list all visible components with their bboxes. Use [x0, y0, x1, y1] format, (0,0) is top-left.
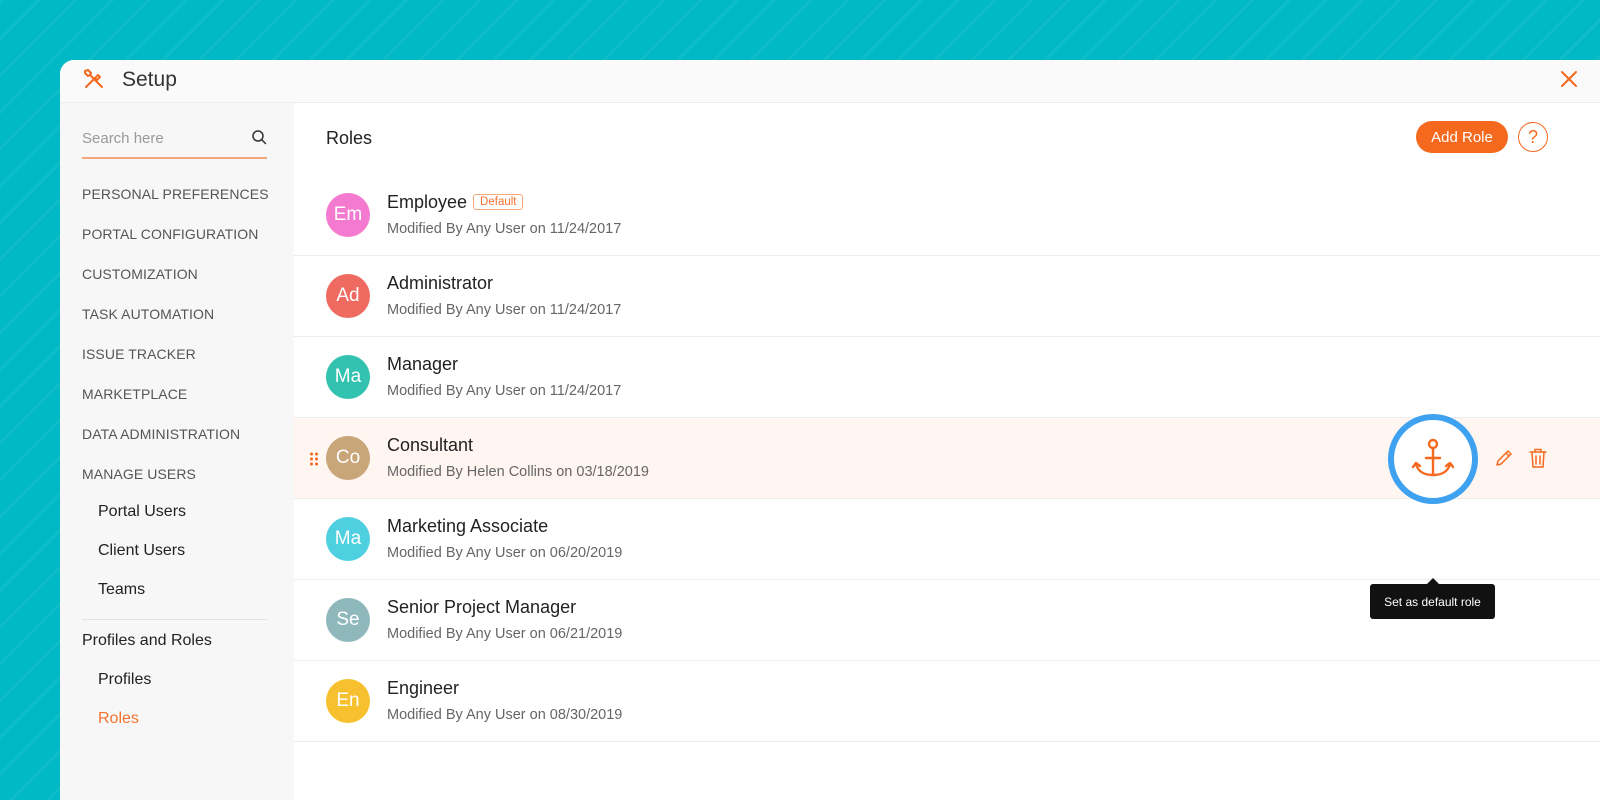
- avatar: Em: [326, 193, 370, 237]
- avatar: Ma: [326, 517, 370, 561]
- nav-profiles-and-roles[interactable]: Profiles and Roles: [82, 632, 212, 650]
- search-icon[interactable]: [251, 129, 267, 145]
- search-box: [82, 125, 267, 159]
- setup-window: Setup PERSONAL PREFERENCES PORTAL CONFIG…: [60, 60, 1600, 800]
- role-meta: Modified By Helen Collins on 03/18/2019: [387, 464, 649, 480]
- role-name-text: Employee: [387, 192, 468, 212]
- nav-teams[interactable]: Teams: [98, 581, 145, 599]
- search-input[interactable]: [82, 125, 242, 151]
- role-row-manager[interactable]: Ma Manager Modified By Any User on 11/24…: [294, 337, 1600, 418]
- main-content: Roles Add Role ? Em Employee Default Modi…: [294, 103, 1600, 800]
- window-title: Setup: [122, 68, 177, 91]
- nav-roles[interactable]: Roles: [98, 710, 139, 728]
- role-meta: Modified By Any User on 11/24/2017: [387, 383, 622, 399]
- role-name: Engineer: [387, 678, 460, 698]
- anchor-icon: [1411, 438, 1455, 477]
- role-name: Employee Default: [387, 192, 524, 213]
- sidebar: PERSONAL PREFERENCES PORTAL CONFIGURATIO…: [60, 103, 294, 800]
- role-row-marketing-associate[interactable]: Ma Marketing Associate Modified By Any U…: [294, 499, 1600, 580]
- role-meta: Modified By Any User on 08/30/2019: [387, 707, 623, 723]
- avatar: En: [326, 679, 370, 723]
- set-default-button[interactable]: [1388, 414, 1478, 504]
- default-badge: Default: [473, 194, 524, 210]
- edit-icon[interactable]: [1494, 448, 1514, 468]
- role-meta: Modified By Any User on 11/24/2017: [387, 302, 622, 318]
- close-icon[interactable]: [1558, 68, 1580, 90]
- role-row-consultant[interactable]: Co Consultant Modified By Helen Collins …: [294, 414, 1600, 504]
- role-row-administrator[interactable]: Ad Administrator Modified By Any User on…: [294, 256, 1600, 337]
- role-name: Consultant: [387, 435, 474, 455]
- role-meta: Modified By Any User on 06/21/2019: [387, 626, 623, 642]
- nav-data-administration[interactable]: DATA ADMINISTRATION: [82, 426, 240, 442]
- nav-divider: [82, 619, 267, 620]
- avatar: Se: [326, 598, 370, 642]
- page-title: Roles: [326, 128, 373, 148]
- tools-icon: [84, 69, 103, 88]
- role-meta: Modified By Any User on 11/24/2017: [387, 221, 622, 237]
- avatar: Ma: [326, 355, 370, 399]
- role-name: Senior Project Manager: [387, 597, 577, 617]
- role-meta: Modified By Any User on 06/20/2019: [387, 545, 623, 561]
- drag-handle-icon[interactable]: [309, 451, 319, 467]
- add-role-button[interactable]: Add Role: [1416, 121, 1508, 153]
- nav-customization[interactable]: CUSTOMIZATION: [82, 266, 198, 282]
- nav-portal-configuration[interactable]: PORTAL CONFIGURATION: [82, 226, 259, 242]
- nav-issue-tracker[interactable]: ISSUE TRACKER: [82, 346, 196, 362]
- tooltip: Set as default role: [1370, 584, 1495, 619]
- nav-portal-users[interactable]: Portal Users: [98, 503, 186, 521]
- trash-icon[interactable]: [1528, 447, 1548, 469]
- role-name: Manager: [387, 354, 459, 374]
- role-name: Administrator: [387, 273, 494, 293]
- nav-profiles[interactable]: Profiles: [98, 671, 151, 689]
- nav-client-users[interactable]: Client Users: [98, 542, 185, 560]
- help-button[interactable]: ?: [1518, 122, 1548, 152]
- role-name: Marketing Associate: [387, 516, 549, 536]
- nav-task-automation[interactable]: TASK AUTOMATION: [82, 306, 214, 322]
- role-row-engineer[interactable]: En Engineer Modified By Any User on 08/3…: [294, 661, 1600, 742]
- role-row-employee[interactable]: Em Employee Default Modified By Any User …: [294, 175, 1600, 256]
- title-bar: Setup: [60, 60, 1600, 103]
- nav-marketplace[interactable]: MARKETPLACE: [82, 386, 187, 402]
- avatar: Ad: [326, 274, 370, 318]
- nav-manage-users[interactable]: MANAGE USERS: [82, 466, 196, 482]
- role-list: Em Employee Default Modified By Any User …: [294, 175, 1600, 742]
- nav-personal-preferences[interactable]: PERSONAL PREFERENCES: [82, 186, 269, 202]
- avatar: Co: [326, 436, 370, 480]
